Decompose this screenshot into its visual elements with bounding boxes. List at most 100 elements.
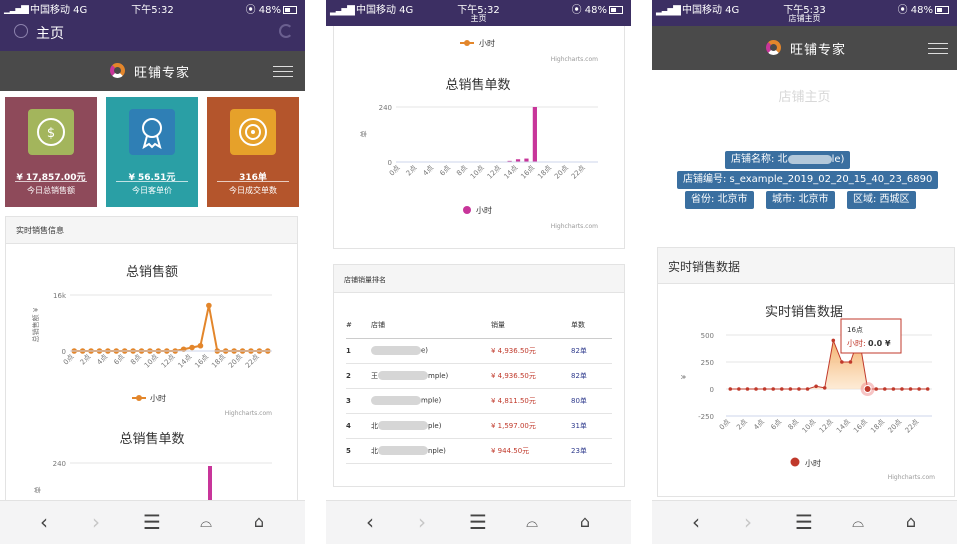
home-icon[interactable]: ⌂ [247, 510, 271, 534]
data-point-10[interactable] [814, 384, 818, 389]
data-point-2[interactable] [745, 387, 750, 391]
chart-title: 总销售单数 [119, 431, 184, 447]
y-axis-label: 单 [359, 131, 368, 138]
data-point-20[interactable] [900, 387, 904, 391]
chart-tooltip: 16点 小时: 0.0 ¥ [840, 318, 902, 354]
menu-icon[interactable] [928, 43, 948, 55]
stat-card-total-sales[interactable]: $ ¥ 17,857.00元 今日总销售额 [5, 97, 97, 207]
menu-lines-icon[interactable]: ☰ [792, 510, 816, 534]
store-name-end: e) [421, 346, 429, 355]
screen-home-scrolled: ▂▃▅▇ 中国移动 4G 下午5:32 主页 ⦿ 48% 小时 Highchar… [326, 0, 631, 544]
y-tick-label: 250 [701, 359, 714, 367]
chart-credit[interactable]: Highcharts.com [225, 410, 272, 417]
data-point-11[interactable] [822, 386, 827, 390]
svg-text:$: $ [47, 126, 55, 141]
data-point-14[interactable] [848, 360, 853, 364]
y-tick-label: 240 [379, 104, 392, 112]
data-point-14[interactable] [189, 344, 195, 351]
menu-lines-icon[interactable]: ☰ [140, 510, 164, 534]
bar-16[interactable] [532, 107, 537, 162]
ghost-icon[interactable]: ⌓ [520, 510, 544, 534]
data-point-19[interactable] [891, 387, 896, 391]
table-row[interactable]: 1 e) ¥ 4,936.50元 82单 [346, 338, 612, 364]
table-row[interactable]: 2 王 mple) ¥ 4,936.50元 82单 [346, 363, 612, 389]
data-point-18[interactable] [882, 387, 887, 391]
card-label: 今日总销售额 [27, 186, 75, 195]
data-point-5[interactable] [771, 387, 776, 391]
x-tick-label: 22点 [570, 164, 587, 181]
data-point-9[interactable] [805, 387, 810, 391]
data-point-21[interactable] [908, 387, 913, 391]
data-point-22[interactable] [917, 387, 921, 391]
stat-card-avg-price[interactable]: ¥ 56.51元 今日客单价 [106, 97, 198, 207]
table-row[interactable]: 5 北 nple) ¥ 944.50元 23单 [346, 438, 612, 464]
data-point-12[interactable] [831, 338, 836, 343]
panel-title: 店铺销量排名 [344, 276, 386, 284]
x-tick-label: 2点 [735, 418, 749, 432]
col-orders: 单数 [571, 313, 612, 339]
rank-cell: 4 [346, 413, 371, 439]
nav-title: 主页 [36, 26, 64, 42]
data-point-4[interactable] [762, 387, 767, 391]
y-tick-label: 0 [62, 348, 66, 356]
data-point-17[interactable] [874, 387, 879, 391]
back-icon[interactable]: ‹ [32, 510, 56, 534]
redacted-blur [378, 446, 428, 455]
data-point-3[interactable] [754, 387, 758, 391]
redacted-blur [371, 396, 421, 405]
legend-label[interactable]: 小时 [476, 205, 492, 215]
table-row[interactable]: 3 mple) ¥ 4,811.50元 80单 [346, 388, 612, 414]
orders-cell: 31单 [571, 413, 612, 439]
menu-lines-icon[interactable]: ☰ [466, 510, 490, 534]
forward-icon[interactable]: › [410, 510, 434, 534]
data-point-7[interactable] [788, 387, 793, 391]
y-tick-label: -250 [698, 413, 714, 421]
data-point-6[interactable] [779, 387, 784, 391]
home-icon[interactable]: ⌂ [899, 510, 923, 534]
back-icon[interactable]: ‹ [358, 510, 382, 534]
ghost-icon[interactable]: ⌓ [194, 510, 218, 534]
chart-credit[interactable]: Highcharts.com [888, 474, 935, 481]
x-tick-label: 18点 [210, 353, 227, 370]
city-tag: 城市: 北京市 [766, 191, 835, 209]
stat-card-order-count[interactable]: 316单 今日成交单数 [207, 97, 299, 207]
chart-credit[interactable]: Highcharts.com [551, 223, 598, 230]
refresh-icon[interactable] [279, 24, 293, 38]
data-point-13[interactable] [840, 360, 844, 364]
data-point-15[interactable] [197, 342, 204, 349]
legend-marker [463, 206, 471, 214]
legend-marker [464, 40, 470, 46]
legend-label[interactable]: 小时 [150, 393, 166, 403]
table-header-row: # 店铺 销量 单数 [346, 313, 612, 339]
series-line [74, 305, 268, 352]
panel-title: 实时销售数据 [668, 260, 741, 274]
x-tick-label: 18点 [536, 164, 553, 181]
data-point-0[interactable] [728, 387, 733, 391]
total-sales-chart: 总销售额 总销售额 ¥ 16k 0 0点 2点 4点 6点 8点 10点 12点 14点 16点… [31, 264, 272, 417]
data-point-1[interactable] [737, 387, 741, 391]
hover-point[interactable] [863, 385, 872, 393]
bar-15[interactable] [524, 158, 529, 162]
bar-16[interactable] [208, 466, 212, 504]
legend-label[interactable]: 小时 [805, 458, 821, 468]
y-axis-label: ¥ [680, 374, 688, 379]
back-icon[interactable]: ‹ [684, 510, 708, 534]
legend-label[interactable]: 小时 [479, 38, 495, 48]
redacted-blur [378, 371, 428, 380]
home-icon[interactable]: ⌂ [573, 510, 597, 534]
menu-icon[interactable] [273, 66, 293, 78]
forward-icon[interactable]: › [736, 510, 760, 534]
globe-icon[interactable] [14, 24, 28, 38]
forward-icon[interactable]: › [84, 510, 108, 534]
store-name-label: 店铺名称: 北 [731, 154, 788, 165]
redacted-blur [787, 154, 832, 164]
legend-marker [790, 457, 800, 467]
ghost-icon[interactable]: ⌓ [846, 510, 870, 534]
table-row[interactable]: 4 北 ple) ¥ 1,597.00元 31单 [346, 413, 612, 439]
rank-cell: 1 [346, 338, 371, 364]
data-point-23[interactable] [925, 387, 930, 391]
data-point-16[interactable] [206, 302, 212, 309]
store-name-start: 王 [371, 371, 378, 380]
data-point-8[interactable] [797, 387, 801, 391]
chart-credit[interactable]: Highcharts.com [551, 56, 598, 63]
